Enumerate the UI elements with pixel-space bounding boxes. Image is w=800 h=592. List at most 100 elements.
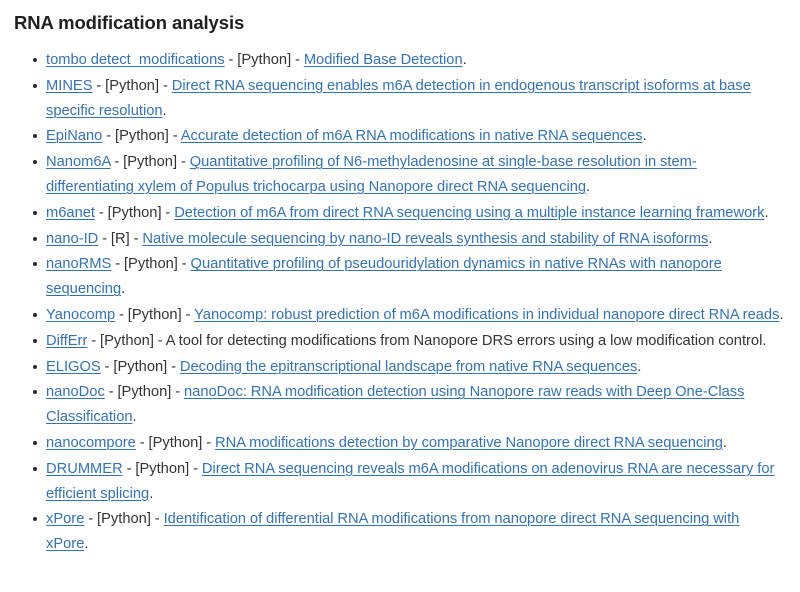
language-tag: [Python]	[113, 358, 168, 375]
bullet-icon	[33, 466, 37, 471]
separator: -	[177, 256, 191, 273]
separator: -	[135, 434, 149, 451]
separator: -	[102, 128, 115, 145]
bullet-icon	[33, 58, 37, 62]
bullet-icon	[33, 134, 37, 139]
separator: -	[177, 154, 190, 171]
list-item: DRUMMER - [Python] - Direct RNA sequenci…	[33, 457, 784, 507]
bullet-icon	[33, 338, 37, 343]
tool-name-link[interactable]: nanoDoc	[46, 384, 105, 400]
separator: -	[189, 460, 202, 477]
bullet-icon	[33, 160, 37, 165]
tool-name-link[interactable]: Nanom6A	[46, 154, 111, 170]
separator: -	[95, 204, 108, 221]
list-item: nanoDoc - [Python] - nanoDoc: RNA modifi…	[33, 380, 784, 430]
language-tag: [Python]	[107, 204, 162, 221]
language-tag: [Python]	[135, 460, 190, 477]
separator: -	[224, 52, 238, 68]
period: .	[764, 204, 769, 221]
period: .	[722, 434, 727, 451]
list-item: DiffErr - [Python] - A tool for detectin…	[33, 329, 784, 354]
separator: -	[129, 230, 143, 247]
separator: -	[87, 332, 101, 349]
tool-name-link[interactable]: m6anet	[46, 205, 95, 221]
separator: -	[159, 77, 172, 94]
separator: -	[153, 332, 166, 349]
period: .	[84, 536, 89, 553]
separator: -	[161, 204, 175, 221]
separator: -	[150, 511, 164, 528]
bullet-icon	[33, 517, 37, 522]
list-item: Nanom6A - [Python] - Quantitative profil…	[33, 150, 784, 200]
language-tag: [Python]	[148, 434, 203, 451]
publication-title-link[interactable]: RNA modifications detection by comparati…	[215, 435, 723, 451]
tool-name-link[interactable]: xPore	[46, 511, 84, 527]
language-tag: [Python]	[105, 77, 160, 94]
tool-name-link[interactable]: nanoRMS	[46, 256, 111, 272]
tool-name-link[interactable]: ELIGOS	[46, 359, 101, 375]
bullet-icon	[33, 440, 37, 445]
separator: -	[92, 77, 106, 94]
period: .	[708, 230, 713, 247]
tool-list: tombo detect_modifications - [Python] - …	[0, 48, 800, 557]
document-page: RNA modification analysis tombo detect_m…	[0, 0, 800, 557]
publication-title-link[interactable]: Modified Base Detection	[304, 52, 463, 68]
period: .	[779, 306, 784, 323]
separator: -	[291, 52, 304, 68]
bullet-icon	[33, 390, 37, 395]
list-item: m6anet - [Python] - Detection of m6A fro…	[33, 201, 784, 226]
period: .	[162, 102, 167, 119]
bullet-icon	[33, 210, 37, 215]
list-item: EpiNano - [Python] - Accurate detection …	[33, 124, 784, 149]
tool-name-link[interactable]: DRUMMER	[46, 461, 123, 477]
language-tag: [Python]	[97, 511, 151, 528]
period: .	[132, 409, 137, 426]
list-item: nanoRMS - [Python] - Quantitative profil…	[33, 252, 784, 302]
period: .	[642, 128, 647, 145]
list-item: xPore - [Python] - Identification of dif…	[33, 507, 784, 557]
language-tag: [Python]	[100, 332, 154, 349]
language-tag: [Python]	[127, 306, 182, 323]
tool-name-link[interactable]: nano-ID	[46, 231, 98, 247]
list-item: ELIGOS - [Python] - Decoding the epitran…	[33, 355, 784, 380]
list-item: Yanocomp - [Python] - Yanocomp: robust p…	[33, 303, 784, 328]
bullet-icon	[33, 83, 37, 88]
separator: -	[202, 434, 216, 451]
separator: -	[168, 128, 181, 145]
language-tag: [Python]	[237, 52, 292, 68]
tool-name-link[interactable]: EpiNano	[46, 128, 102, 144]
period: .	[462, 52, 467, 68]
publication-title-link[interactable]: Decoding the epitranscriptional landscap…	[180, 359, 637, 375]
period: .	[149, 485, 154, 502]
tool-name-link[interactable]: tombo detect_modifications	[46, 52, 225, 68]
publication-title-link[interactable]: Native molecule sequencing by nano-ID re…	[142, 231, 708, 247]
list-item: nanocompore - [Python] - RNA modificatio…	[33, 431, 784, 456]
separator: -	[115, 306, 128, 323]
language-tag: [Python]	[115, 128, 169, 145]
bullet-icon	[33, 312, 37, 317]
tool-name-link[interactable]: nanocompore	[46, 435, 136, 451]
separator: -	[98, 230, 111, 247]
list-item: tombo detect_modifications - [Python] - …	[33, 48, 784, 73]
language-tag: [R]	[110, 230, 130, 247]
tool-name-link[interactable]: Yanocomp	[46, 307, 115, 323]
publication-title-link[interactable]: Yanocomp: robust prediction of m6A modif…	[194, 307, 779, 323]
separator: -	[111, 256, 124, 273]
list-item: nano-ID - [R] - Native molecule sequenci…	[33, 227, 784, 252]
period: .	[586, 178, 591, 195]
bullet-icon	[33, 364, 37, 369]
separator: -	[167, 358, 180, 375]
tool-name-link[interactable]: MINES	[46, 78, 93, 94]
separator: -	[171, 384, 184, 401]
period: .	[762, 332, 767, 349]
tool-name-link[interactable]: DiffErr	[46, 333, 87, 349]
language-tag: [Python]	[123, 154, 178, 171]
separator: -	[181, 306, 195, 323]
period: .	[637, 358, 642, 375]
publication-title-link[interactable]: Detection of m6A from direct RNA sequenc…	[174, 205, 764, 221]
separator: -	[110, 154, 124, 171]
publication-title-link[interactable]: Accurate detection of m6A RNA modificati…	[181, 128, 643, 144]
period: .	[121, 281, 126, 298]
language-tag: [Python]	[123, 256, 178, 273]
publication-title-link: A tool for detecting modifications from …	[165, 332, 763, 349]
